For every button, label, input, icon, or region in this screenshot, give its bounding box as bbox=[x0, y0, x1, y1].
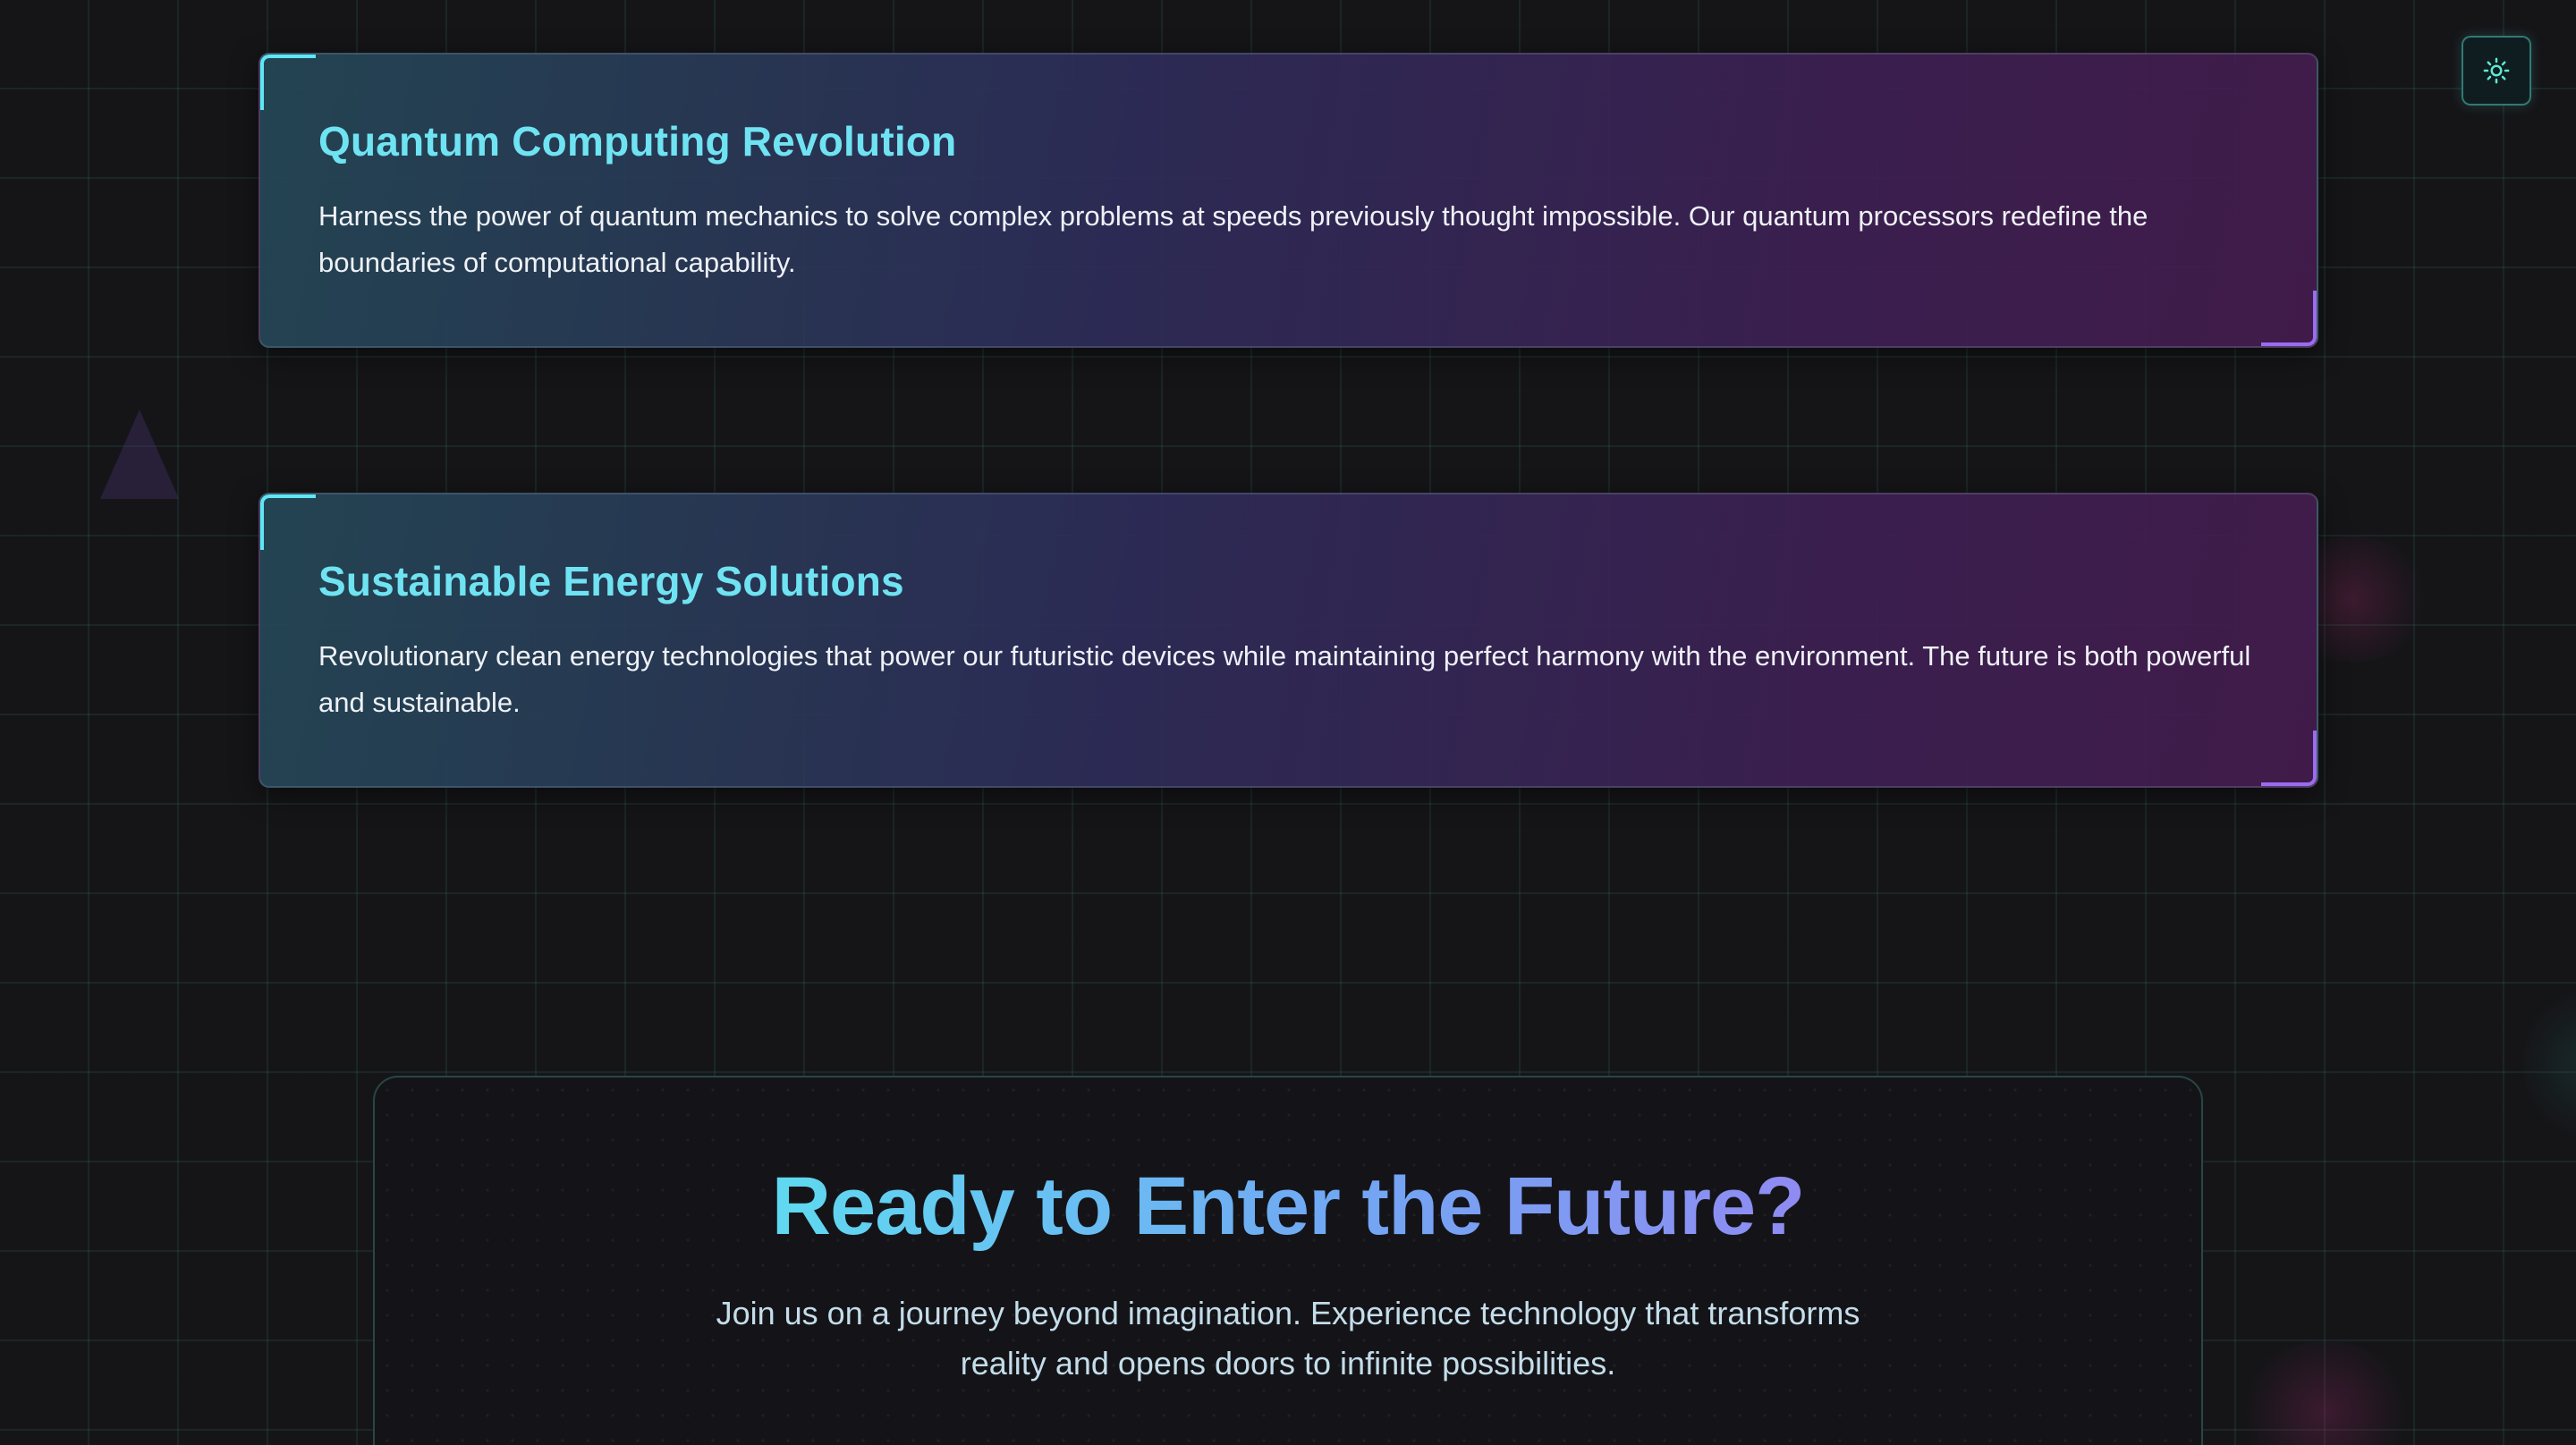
cta-description: Join us on a journey beyond imagination.… bbox=[716, 1294, 1860, 1382]
decorative-triangle bbox=[100, 410, 179, 499]
cta-title: Ready to Enter the Future? bbox=[772, 1160, 1806, 1255]
sun-icon bbox=[2483, 57, 2510, 84]
card-description: Harness the power of quantum mechanics t… bbox=[318, 200, 2148, 279]
feature-card-quantum: Quantum Computing Revolution Harness the… bbox=[258, 53, 2318, 348]
card-corner-accent bbox=[2261, 731, 2317, 786]
card-corner-accent bbox=[260, 55, 316, 110]
card-corner-accent bbox=[2261, 291, 2317, 346]
card-title: Quantum Computing Revolution bbox=[318, 118, 957, 165]
card-corner-accent bbox=[260, 494, 316, 550]
background-glow bbox=[2522, 984, 2576, 1145]
card-title: Sustainable Energy Solutions bbox=[318, 558, 904, 604]
theme-toggle-button[interactable] bbox=[2462, 36, 2531, 106]
background-glow bbox=[2236, 1341, 2415, 1445]
feature-card-energy: Sustainable Energy Solutions Revolutiona… bbox=[258, 493, 2318, 788]
cta-section: Ready to Enter the Future? Join us on a … bbox=[373, 1076, 2203, 1445]
card-description: Revolutionary clean energy technologies … bbox=[318, 640, 2251, 719]
